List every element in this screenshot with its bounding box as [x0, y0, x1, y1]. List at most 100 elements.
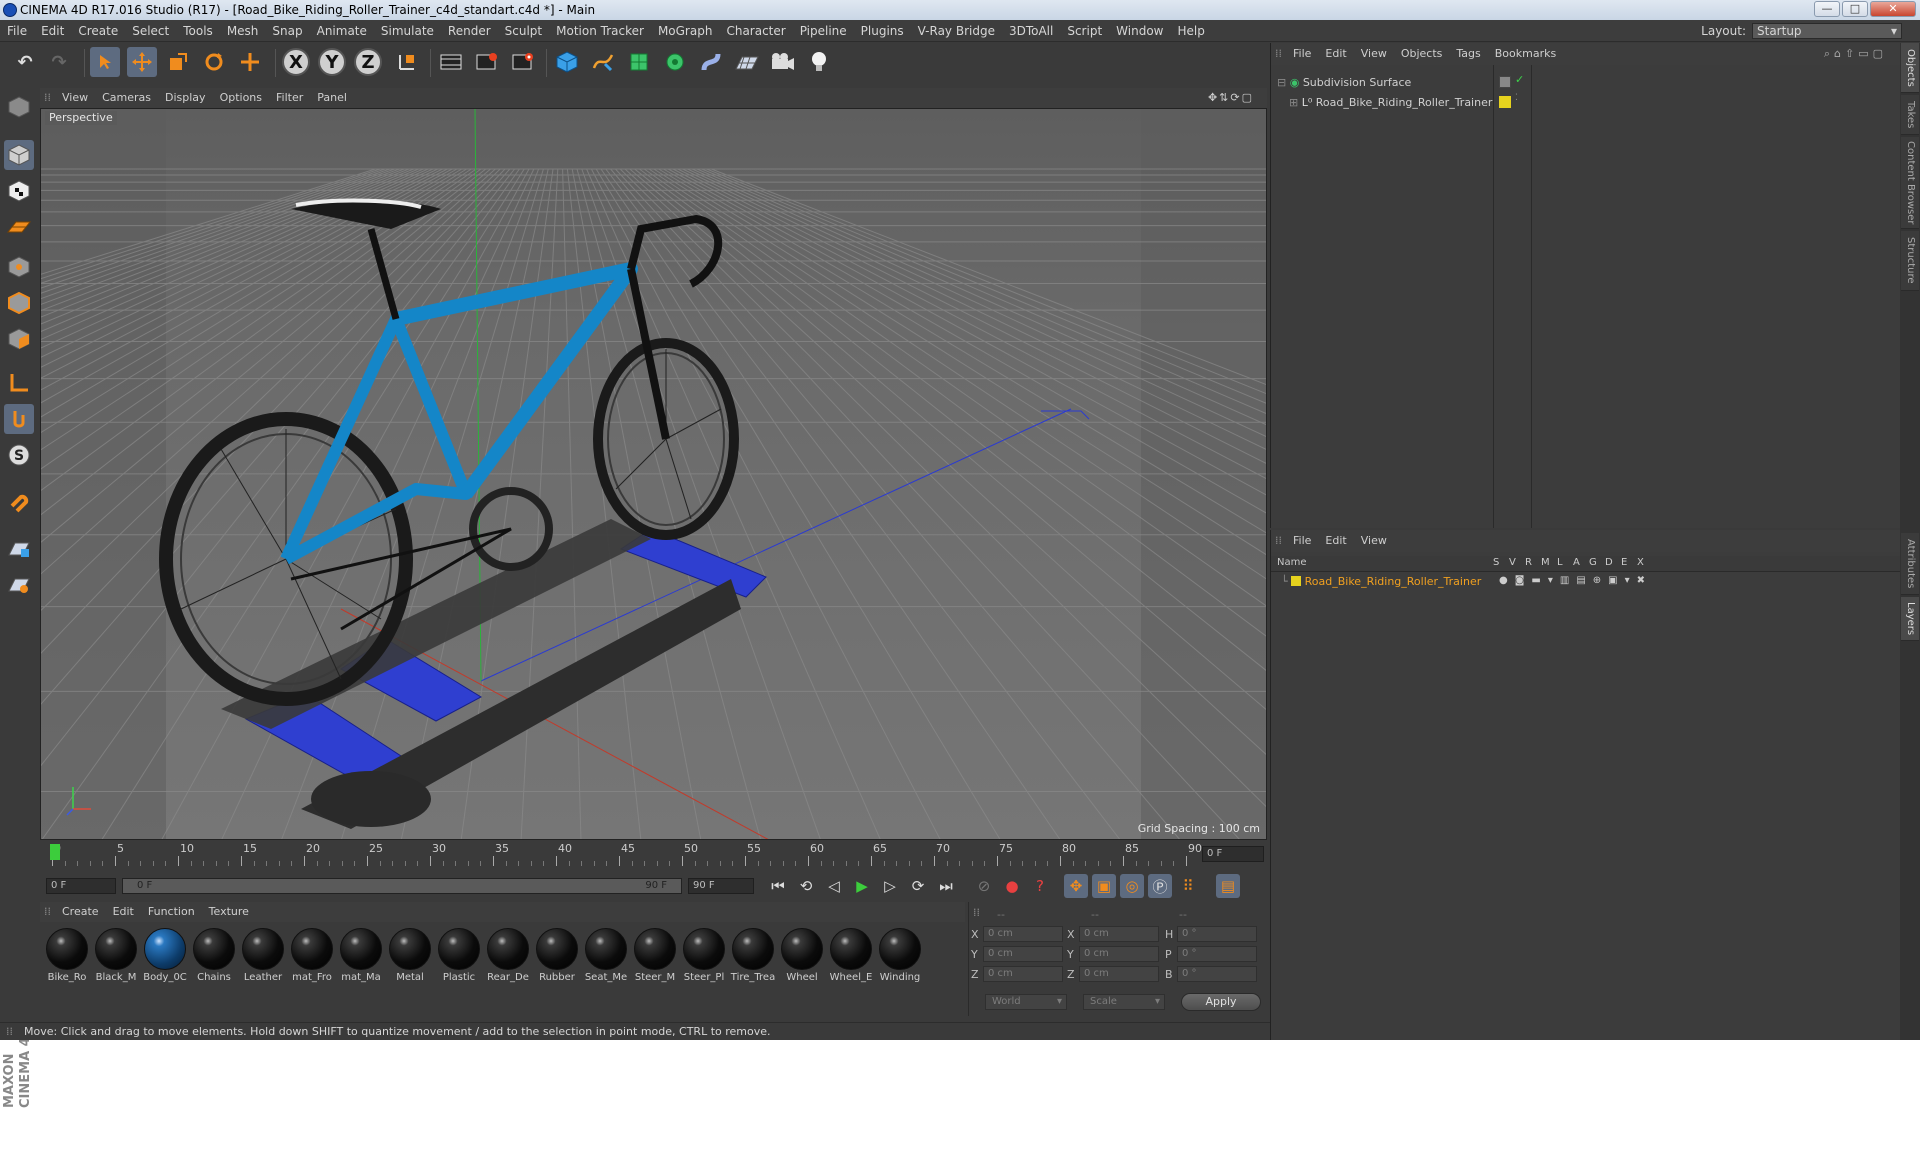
drag-handle-icon[interactable]: ⁞⁞: [1271, 530, 1286, 552]
om-menu-view[interactable]: View: [1354, 43, 1394, 65]
object-name[interactable]: Road_Bike_Riding_Roller_Trainer: [1316, 96, 1493, 109]
menu-motion-tracker[interactable]: Motion Tracker: [549, 20, 651, 42]
menu-edit[interactable]: Edit: [34, 20, 71, 42]
layer-column-header[interactable]: M: [1541, 557, 1550, 568]
tweak-mode-icon[interactable]: [4, 404, 34, 434]
visibility-toggle-icon[interactable]: [1499, 76, 1511, 88]
deformer-icon[interactable]: [696, 47, 726, 77]
menu-render[interactable]: Render: [441, 20, 498, 42]
next-key-icon[interactable]: ⟳: [906, 874, 930, 898]
select-arrow-icon[interactable]: [90, 47, 120, 77]
coordinate-mode-dropdown[interactable]: Scale ▾: [1083, 994, 1165, 1010]
material-swatch[interactable]: Steer_M: [632, 926, 678, 986]
om-toolbar-icons[interactable]: ⌕⌂⇧▭▢: [1817, 43, 1894, 65]
material-swatch[interactable]: Leather: [240, 926, 286, 986]
minimize-button[interactable]: —: [1814, 1, 1840, 17]
coordinate-system-icon[interactable]: [392, 47, 422, 77]
autokey-icon[interactable]: ?: [1028, 874, 1052, 898]
camera-label[interactable]: Perspective: [45, 111, 117, 125]
end-frame-field[interactable]: 90 F: [688, 878, 754, 894]
render-settings-icon[interactable]: [508, 47, 538, 77]
redo-icon[interactable]: ↷: [44, 47, 74, 77]
menu-3dtoall[interactable]: 3DToAll: [1002, 20, 1060, 42]
coord-value-field[interactable]: 0 cm: [983, 926, 1063, 942]
menu-mograph[interactable]: MoGraph: [651, 20, 720, 42]
previous-frame-icon[interactable]: ◁: [822, 874, 846, 898]
menu-vray-bridge[interactable]: V-Ray Bridge: [911, 20, 1002, 42]
material-menu-function[interactable]: Function: [141, 902, 202, 922]
tab-content-browser[interactable]: Content Browser: [1901, 137, 1919, 229]
material-swatch[interactable]: Winding: [877, 926, 923, 986]
lm-menu-file[interactable]: File: [1286, 530, 1318, 552]
object-name[interactable]: Subdivision Surface: [1303, 76, 1411, 89]
layer-column-header[interactable]: R: [1525, 557, 1532, 568]
material-swatch[interactable]: Bike_Ro: [44, 926, 90, 986]
menu-window[interactable]: Window: [1109, 20, 1170, 42]
material-swatch[interactable]: Seat_Me: [583, 926, 629, 986]
menu-character[interactable]: Character: [719, 20, 792, 42]
om-menu-objects[interactable]: Objects: [1394, 43, 1450, 65]
current-frame-field[interactable]: 0 F: [1202, 846, 1264, 862]
go-to-start-icon[interactable]: ⏮: [766, 874, 790, 898]
tab-attributes[interactable]: Attributes: [1901, 533, 1919, 595]
subdivision-surface-icon[interactable]: [624, 47, 654, 77]
previous-key-icon[interactable]: ⟲: [794, 874, 818, 898]
om-menu-bookmarks[interactable]: Bookmarks: [1488, 43, 1563, 65]
y-axis-lock[interactable]: Y: [318, 48, 346, 76]
maximize-button[interactable]: □: [1842, 1, 1868, 17]
next-frame-icon[interactable]: ▷: [878, 874, 902, 898]
layer-column-header[interactable]: G: [1589, 557, 1597, 568]
menu-sculpt[interactable]: Sculpt: [498, 20, 549, 42]
material-menu-create[interactable]: Create: [55, 902, 106, 922]
tab-takes[interactable]: Takes: [1901, 95, 1919, 135]
layout-dropdown[interactable]: Startup ▾: [1752, 23, 1902, 39]
lm-menu-view[interactable]: View: [1354, 530, 1394, 552]
viewport-menu-options[interactable]: Options: [213, 88, 269, 108]
coord-value-field[interactable]: 0 °: [1177, 926, 1257, 942]
cloner-icon[interactable]: [660, 47, 690, 77]
material-swatch[interactable]: Black_M: [93, 926, 139, 986]
menu-tools[interactable]: Tools: [176, 20, 220, 42]
light-icon[interactable]: [804, 47, 834, 77]
grid-lock-icon[interactable]: [4, 534, 34, 564]
material-swatch[interactable]: Rear_De: [485, 926, 531, 986]
playhead-marker[interactable]: [50, 844, 60, 860]
menu-snap[interactable]: Snap: [265, 20, 309, 42]
layer-column-header[interactable]: L: [1557, 557, 1563, 568]
move-tool-icon[interactable]: [127, 47, 157, 77]
polygons-mode-icon[interactable]: [4, 324, 34, 354]
go-to-end-icon[interactable]: ⏭: [934, 874, 958, 898]
object-row-subdivision-surface[interactable]: ⊟ ◉ Subdivision Surface: [1277, 74, 1527, 92]
layer-column-header[interactable]: V: [1509, 557, 1516, 568]
3d-viewport[interactable]: Perspective Grid Spacing : 100 cm: [40, 108, 1267, 840]
menu-pipeline[interactable]: Pipeline: [793, 20, 854, 42]
texture-mode-icon[interactable]: [4, 176, 34, 206]
make-editable-icon[interactable]: [4, 92, 34, 122]
play-icon[interactable]: ▶: [850, 874, 874, 898]
menu-simulate[interactable]: Simulate: [374, 20, 441, 42]
cube-primitive-icon[interactable]: [552, 47, 582, 77]
lm-menu-edit[interactable]: Edit: [1318, 530, 1353, 552]
layer-color-swatch[interactable]: [1291, 576, 1302, 586]
coord-value-field[interactable]: 0 cm: [983, 966, 1063, 982]
viewport-menu-panel[interactable]: Panel: [310, 88, 354, 108]
material-swatch[interactable]: Wheel: [779, 926, 825, 986]
coord-value-field[interactable]: 0 °: [1177, 966, 1257, 982]
material-swatch[interactable]: Tire_Trea: [730, 926, 776, 986]
material-swatch[interactable]: Plastic: [436, 926, 482, 986]
workplane-icon[interactable]: [4, 212, 34, 242]
expand-icon[interactable]: ⊞: [1289, 96, 1298, 109]
material-menu-edit[interactable]: Edit: [106, 902, 141, 922]
points-mode-icon[interactable]: [4, 252, 34, 282]
scale-tool-icon[interactable]: [163, 47, 193, 77]
render-picture-viewer-icon[interactable]: [472, 47, 502, 77]
material-swatch[interactable]: mat_Ma: [338, 926, 384, 986]
tab-objects[interactable]: Objects: [1901, 43, 1919, 93]
drag-handle-icon[interactable]: ⁞⁞: [1271, 43, 1286, 65]
close-button[interactable]: ✕: [1870, 1, 1916, 17]
layer-column-header[interactable]: E: [1621, 557, 1627, 568]
layer-column-header[interactable]: X: [1637, 557, 1644, 568]
material-swatch[interactable]: Metal: [387, 926, 433, 986]
key-pla-icon[interactable]: ⠿: [1176, 874, 1200, 898]
live-selection-icon[interactable]: [235, 47, 265, 77]
